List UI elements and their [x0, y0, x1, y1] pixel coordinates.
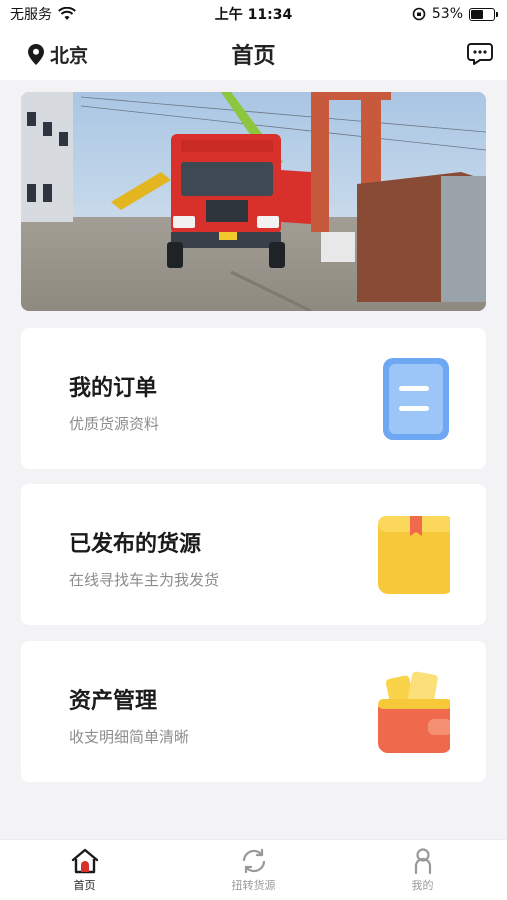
home-icon	[71, 848, 98, 874]
tab-label: 首页	[73, 879, 96, 892]
battery-percent: 53%	[431, 6, 463, 22]
tab-mine[interactable]: 我的	[338, 840, 507, 900]
orientation-lock-icon	[412, 7, 426, 21]
status-right: 53%	[412, 6, 498, 22]
status-left: 无服务	[10, 4, 76, 24]
location-label: 北京	[50, 44, 89, 67]
card-subtitle: 优质货源资料	[69, 415, 160, 433]
tab-transfer-cargo[interactable]: 扭转货源	[169, 840, 338, 900]
tab-home[interactable]: 首页	[0, 840, 169, 900]
tab-label: 扭转货源	[231, 879, 276, 892]
person-icon	[414, 848, 431, 874]
my-orders-card[interactable]: 我的订单 优质货源资料	[21, 328, 486, 469]
card-title: 已发布的货源	[69, 532, 202, 557]
published-cargo-card[interactable]: 已发布的货源 在线寻找车主为我发货	[21, 484, 486, 625]
card-title: 我的订单	[69, 376, 158, 401]
nav-bar: 北京 首页	[0, 28, 507, 80]
message-icon[interactable]	[467, 42, 493, 66]
tab-label: 我的	[411, 879, 434, 892]
location-pin-icon	[28, 43, 44, 65]
document-icon	[383, 358, 449, 440]
wifi-icon	[58, 7, 76, 20]
status-bar: 无服务 上午 11:34 53%	[0, 0, 507, 28]
card-subtitle: 收支明细简单清晰	[69, 728, 190, 746]
refresh-icon	[242, 848, 265, 874]
card-subtitle: 在线寻找车主为我发货	[69, 571, 220, 589]
card-title: 资产管理	[69, 689, 158, 714]
tab-bar: 首页 扭转货源 我的	[0, 839, 507, 900]
wallet-icon	[378, 671, 450, 753]
location-selector[interactable]: 北京	[28, 41, 88, 68]
asset-management-card[interactable]: 资产管理 收支明细简单清晰	[21, 641, 486, 782]
package-icon	[378, 516, 450, 594]
truck-photo	[21, 92, 486, 311]
carrier-label: 无服务	[10, 7, 52, 23]
battery-fill	[471, 9, 483, 19]
battery-icon	[469, 7, 498, 21]
banner-image[interactable]	[21, 92, 486, 311]
